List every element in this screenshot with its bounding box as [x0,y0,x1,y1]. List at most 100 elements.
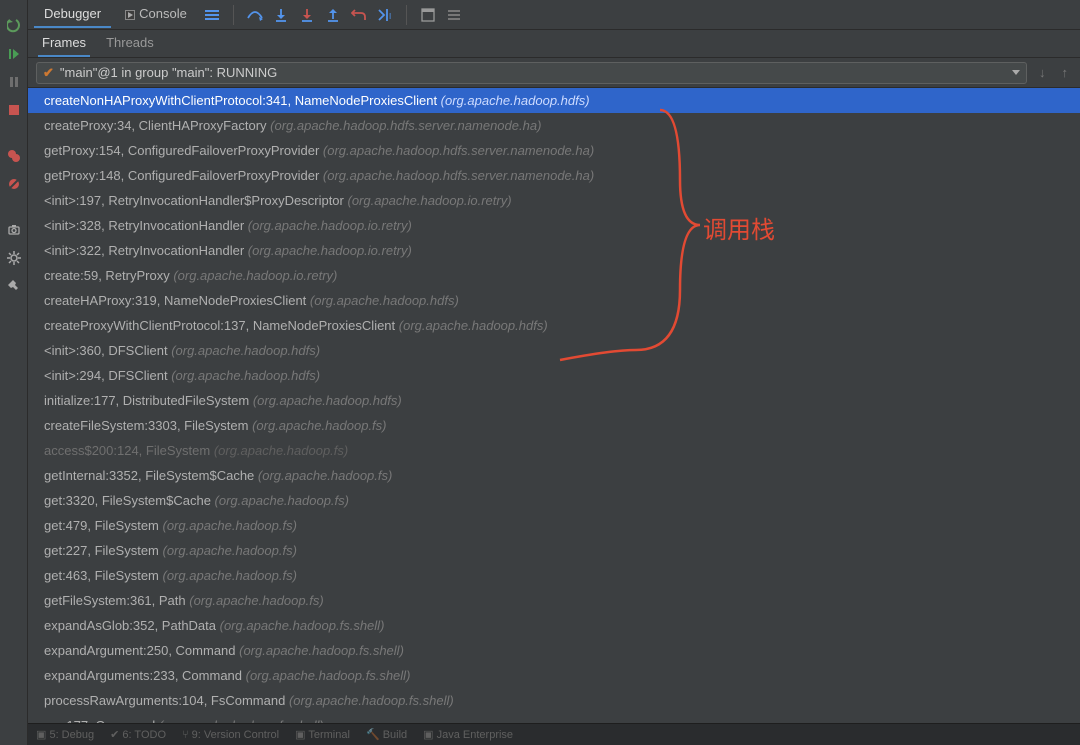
frame-package: (org.apache.hadoop.fs) [214,443,348,458]
bottom-status-bar: ▣ 5: Debug ✔ 6: TODO ⑂ 9: Version Contro… [28,723,1080,745]
run-to-cursor-icon[interactable]: I [374,4,396,26]
stack-frame[interactable]: getFileSystem:361, Path (org.apache.hado… [28,588,1080,613]
frame-package: (org.apache.hadoop.hdfs) [171,368,320,383]
frame-package: (org.apache.hadoop.hdfs.server.namenode.… [323,143,594,158]
stack-frame[interactable]: expandArgument:250, Command (org.apache.… [28,638,1080,663]
frame-package: (org.apache.hadoop.hdfs) [441,93,590,108]
stop-icon[interactable] [6,102,22,118]
stack-frame[interactable]: <init>:360, DFSClient (org.apache.hadoop… [28,338,1080,363]
stack-frame[interactable]: getProxy:154, ConfiguredFailoverProxyPro… [28,138,1080,163]
frame-text: getProxy:154, ConfiguredFailoverProxyPro… [44,143,323,158]
frame-package: (org.apache.hadoop.fs) [163,518,297,533]
frame-text: get:227, FileSystem [44,543,163,558]
frame-text: <init>:197, RetryInvocationHandler$Proxy… [44,193,347,208]
resume-icon[interactable] [6,46,22,62]
stack-frame[interactable]: initialize:177, DistributedFileSystem (o… [28,388,1080,413]
frame-text: expandArgument:250, Command [44,643,239,658]
status-todo[interactable]: ✔ 6: TODO [110,728,166,741]
stack-frame[interactable]: get:227, FileSystem (org.apache.hadoop.f… [28,538,1080,563]
stack-frame[interactable]: processRawArguments:104, FsCommand (org.… [28,688,1080,713]
tab-console[interactable]: Console [115,1,197,28]
frame-text: expandArguments:233, Command [44,668,246,683]
thread-selector-row: ✔ "main"@1 in group "main": RUNNING ↓ ↑ [28,58,1080,88]
settings-icon[interactable] [6,250,22,266]
stack-frame[interactable]: getInternal:3352, FileSystem$Cache (org.… [28,463,1080,488]
next-frame-stack-icon[interactable]: ↑ [1058,65,1073,80]
stack-frame[interactable]: create:59, RetryProxy (org.apache.hadoop… [28,263,1080,288]
frame-text: createProxyWithClientProtocol:137, NameN… [44,318,399,333]
frame-package: (org.apache.hadoop.fs) [258,468,392,483]
stack-frame[interactable]: <init>:322, RetryInvocationHandler (org.… [28,238,1080,263]
status-terminal[interactable]: ▣ Terminal [295,728,350,741]
rerun-icon[interactable] [6,18,22,34]
prev-frame-stack-icon[interactable]: ↓ [1035,65,1050,80]
stack-frame[interactable]: getProxy:148, ConfiguredFailoverProxyPro… [28,163,1080,188]
frame-package: (org.apache.hadoop.hdfs.server.namenode.… [270,118,541,133]
debugger-top-toolbar: Debugger Console I [28,0,1080,30]
stack-frame[interactable]: get:463, FileSystem (org.apache.hadoop.f… [28,563,1080,588]
frame-text: get:463, FileSystem [44,568,163,583]
stack-frame[interactable]: expandAsGlob:352, PathData (org.apache.h… [28,613,1080,638]
frame-text: createHAProxy:319, NameNodeProxiesClient [44,293,310,308]
stack-frame[interactable]: createNonHAProxyWithClientProtocol:341, … [28,88,1080,113]
frame-text: createNonHAProxyWithClientProtocol:341, … [44,93,441,108]
stack-frame[interactable]: <init>:197, RetryInvocationHandler$Proxy… [28,188,1080,213]
mute-breakpoints-icon[interactable] [6,176,22,192]
status-jee[interactable]: ▣ Java Enterprise [423,728,513,741]
svg-text:I: I [389,12,391,21]
frames-panel[interactable]: createNonHAProxyWithClientProtocol:341, … [28,88,1080,723]
stack-frame[interactable]: get:3320, FileSystem$Cache (org.apache.h… [28,488,1080,513]
get-thread-dump-icon[interactable] [6,222,22,238]
step-over-icon[interactable] [244,4,266,26]
status-build[interactable]: 🔨 Build [366,728,407,741]
check-icon: ✔ [43,65,54,81]
status-vcs[interactable]: ⑂ 9: Version Control [182,729,279,741]
subtab-frames[interactable]: Frames [38,30,90,57]
stack-frame[interactable]: createProxyWithClientProtocol:137, NameN… [28,313,1080,338]
frame-text: <init>:328, RetryInvocationHandler [44,218,248,233]
evaluate-expression-icon[interactable] [417,4,439,26]
tab-console-label: Console [139,6,187,21]
frame-package: (org.apache.hadoop.io.retry) [248,218,412,233]
frame-package: (org.apache.hadoop.hdfs.server.namenode.… [323,168,594,183]
trace-current-stream-chain-icon[interactable] [443,4,465,26]
stack-frame[interactable]: <init>:294, DFSClient (org.apache.hadoop… [28,363,1080,388]
frame-text: createFileSystem:3303, FileSystem [44,418,252,433]
frame-package: (org.apache.hadoop.fs) [163,568,297,583]
frame-text: create:59, RetryProxy [44,268,173,283]
step-into-icon[interactable] [270,4,292,26]
subtab-threads[interactable]: Threads [102,30,158,57]
stack-frame[interactable]: access$200:124, FileSystem (org.apache.h… [28,438,1080,463]
stack-frame[interactable]: get:479, FileSystem (org.apache.hadoop.f… [28,513,1080,538]
view-breakpoints-icon[interactable] [6,148,22,164]
frame-text: access$200:124, FileSystem [44,443,214,458]
frame-text: getProxy:148, ConfiguredFailoverProxyPro… [44,168,323,183]
debugger-main: Debugger Console I Frames Threads ✔ "mai… [28,0,1080,745]
callstack-annotation-label: 调用栈 [703,210,775,245]
thread-dropdown[interactable]: ✔ "main"@1 in group "main": RUNNING [36,62,1027,84]
step-out-icon[interactable] [322,4,344,26]
stack-frame[interactable]: expandArguments:233, Command (org.apache… [28,663,1080,688]
frame-package: (org.apache.hadoop.fs.shell) [239,643,404,658]
stack-frame[interactable]: createHAProxy:319, NameNodeProxiesClient… [28,288,1080,313]
pause-icon[interactable] [6,74,22,90]
frame-text: expandAsGlob:352, PathData [44,618,220,633]
separator [233,5,234,25]
debugger-left-gutter [0,0,28,745]
threads-icon[interactable] [201,4,223,26]
drop-frame-icon[interactable] [348,4,370,26]
pin-icon[interactable] [6,278,22,294]
stack-frame[interactable]: createFileSystem:3303, FileSystem (org.a… [28,413,1080,438]
tab-debugger[interactable]: Debugger [34,1,111,28]
status-debug[interactable]: ▣ 5: Debug [36,728,94,741]
frames-threads-tabs: Frames Threads [28,30,1080,58]
frame-package: (org.apache.hadoop.hdfs) [399,318,548,333]
console-icon [125,10,135,20]
frame-package: (org.apache.hadoop.io.retry) [347,193,511,208]
force-step-into-icon[interactable] [296,4,318,26]
frame-text: createProxy:34, ClientHAProxyFactory [44,118,270,133]
stack-frame[interactable]: run:177, Command (org.apache.hadoop.fs.s… [28,713,1080,723]
stack-frame[interactable]: <init>:328, RetryInvocationHandler (org.… [28,213,1080,238]
frame-text: getFileSystem:361, Path [44,593,189,608]
stack-frame[interactable]: createProxy:34, ClientHAProxyFactory (or… [28,113,1080,138]
